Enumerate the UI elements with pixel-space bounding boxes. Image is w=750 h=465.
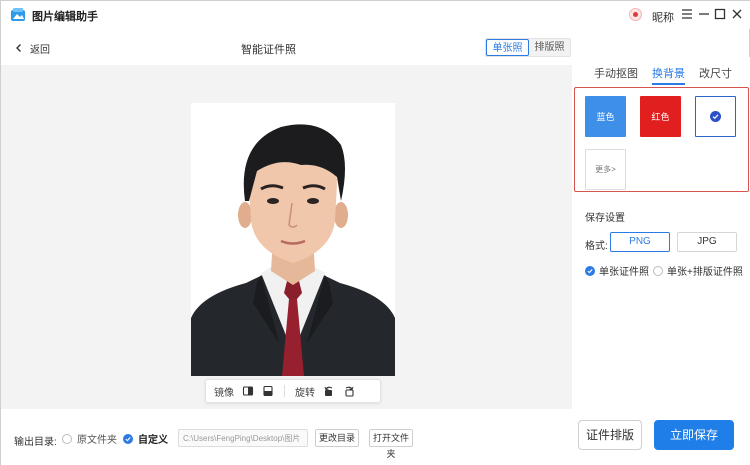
- app-logo-icon: [11, 8, 25, 21]
- more-label: 更多>: [595, 165, 616, 174]
- radio-unchecked-icon: [653, 265, 663, 276]
- tab-change-background[interactable]: 换背景: [652, 65, 685, 85]
- option-custom-folder[interactable]: 自定义: [123, 431, 168, 446]
- rotate-label: 旋转: [295, 387, 315, 399]
- rotate-right-icon[interactable]: [343, 385, 355, 397]
- app-window: 图片编辑助手 昵称 返回 智能证件照 单张照 排版照 镜像 旋转 手动抠图 换背…: [0, 0, 750, 465]
- open-folder-button[interactable]: 打开文件夹: [369, 429, 413, 459]
- option-single-photo[interactable]: 单张证件照: [585, 263, 649, 278]
- output-path-input[interactable]: [178, 429, 308, 447]
- option-both-label: 单张+排版证件照: [667, 267, 743, 278]
- side-panel: 手动抠图 换背景 改尺寸 蓝色 红色 更多> 保存设置 格式: PNG JPG: [572, 57, 750, 409]
- close-icon[interactable]: [729, 6, 745, 22]
- check-icon: [710, 111, 721, 122]
- radio-unchecked-icon: [62, 433, 72, 444]
- format-png-button[interactable]: PNG: [610, 232, 670, 252]
- portrait-image: [191, 103, 395, 376]
- maximize-icon[interactable]: [712, 6, 728, 22]
- save-now-button[interactable]: 立即保存: [654, 420, 734, 450]
- option-single-label: 单张证件照: [599, 267, 649, 278]
- page-title: 智能证件照: [241, 44, 296, 56]
- id-layout-button[interactable]: 证件排版: [578, 420, 642, 450]
- custom-label: 自定义: [138, 435, 168, 446]
- background-color-panel: 蓝色 红色 更多>: [574, 87, 749, 192]
- background-red-swatch[interactable]: 红色: [640, 96, 681, 137]
- app-title: 图片编辑助手: [32, 11, 98, 23]
- original-folder-label: 原文件夹: [77, 435, 117, 446]
- flip-vertical-icon[interactable]: [262, 385, 274, 397]
- tab-manual-cutout[interactable]: 手动抠图: [594, 65, 638, 81]
- output-directory-label: 输出目录:: [14, 437, 57, 448]
- radio-checked-icon: [123, 433, 133, 444]
- mode-switch: 单张照 排版照: [485, 38, 571, 57]
- background-blue-swatch[interactable]: 蓝色: [585, 96, 626, 137]
- back-label: 返回: [30, 44, 50, 56]
- background-white-swatch[interactable]: [695, 96, 736, 137]
- radio-checked-icon: [585, 265, 595, 276]
- save-settings-title: 保存设置: [585, 213, 625, 224]
- chevron-left-icon: [16, 44, 21, 52]
- avatar[interactable]: [629, 8, 642, 21]
- minimize-icon[interactable]: [696, 6, 712, 22]
- back-button[interactable]: 返回: [14, 41, 50, 56]
- id-photo-preview[interactable]: [191, 103, 395, 376]
- bottom-bar: 输出目录: 原文件夹 自定义 更改目录 打开文件夹 证件排版 立即保存: [1, 409, 750, 465]
- image-toolbar: 镜像 旋转: [205, 379, 381, 403]
- mirror-label: 镜像: [214, 387, 234, 399]
- red-label: 红色: [651, 112, 670, 122]
- title-bar: 图片编辑助手 昵称: [1, 1, 750, 29]
- tab-layout-photo[interactable]: 排版照: [529, 39, 570, 56]
- preview-canvas: 镜像 旋转: [1, 65, 572, 409]
- format-label: 格式:: [585, 241, 608, 252]
- format-jpg-button[interactable]: JPG: [677, 232, 737, 252]
- option-single-and-layout[interactable]: 单张+排版证件照: [653, 263, 743, 278]
- side-tabs: 手动抠图 换背景 改尺寸: [572, 65, 750, 85]
- change-directory-button[interactable]: 更改目录: [315, 429, 359, 447]
- menu-icon[interactable]: [679, 6, 695, 22]
- flip-horizontal-icon[interactable]: [242, 385, 254, 397]
- tab-single-photo[interactable]: 单张照: [486, 39, 529, 56]
- option-original-folder[interactable]: 原文件夹: [62, 431, 117, 446]
- user-nickname[interactable]: 昵称: [652, 9, 674, 25]
- toolbar-divider: [284, 385, 285, 397]
- tab-resize[interactable]: 改尺寸: [699, 65, 732, 81]
- more-colors-button[interactable]: 更多>: [585, 149, 626, 190]
- rotate-left-icon[interactable]: [323, 385, 335, 397]
- blue-label: 蓝色: [596, 112, 615, 122]
